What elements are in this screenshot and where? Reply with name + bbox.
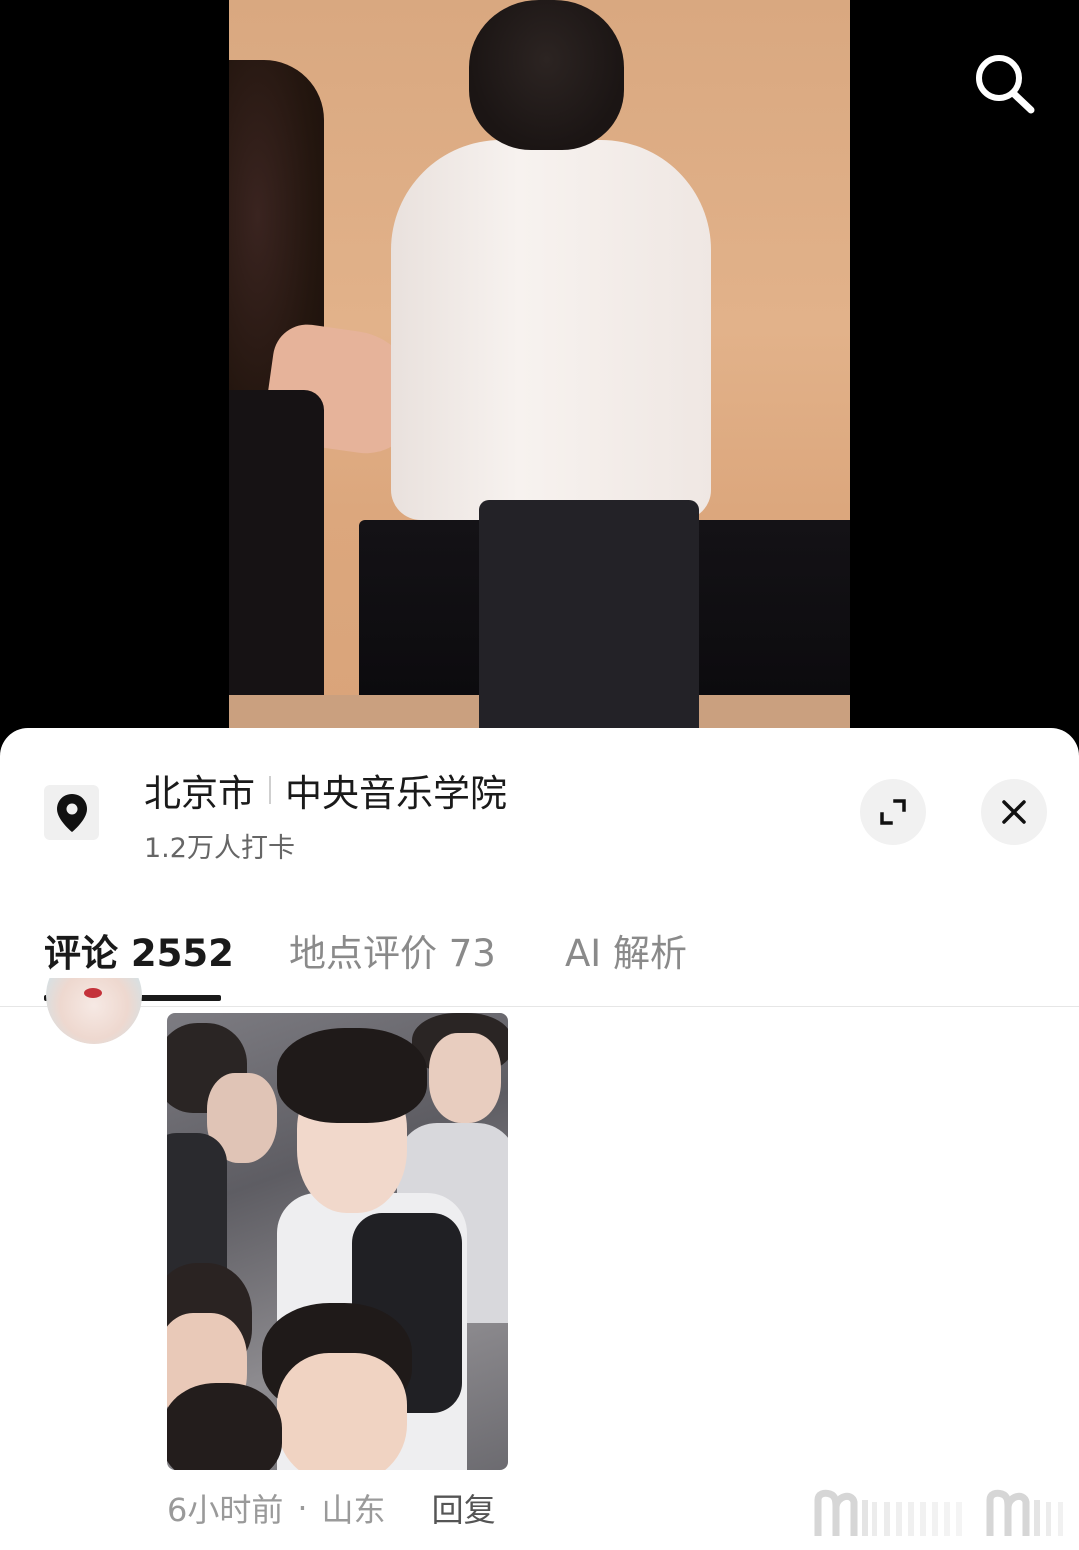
avatar[interactable] <box>46 978 142 1044</box>
comment-time: 6小时前 <box>167 1491 284 1529</box>
watermark-bars <box>884 1502 962 1536</box>
photo-crowd-face <box>429 1033 501 1123</box>
video-performer-shirt <box>391 140 711 520</box>
expand-button[interactable] <box>860 779 926 845</box>
title-divider <box>269 776 271 804</box>
tab-place-reviews[interactable]: 地点评价 73 <box>289 923 496 977</box>
tab-comments[interactable]: 评论 2552 <box>44 923 234 977</box>
location-pin-icon <box>56 793 87 832</box>
checkin-count: 1.2万人打卡 <box>144 833 295 864</box>
watermark-mark <box>986 1489 1063 1536</box>
location-title[interactable]: 北京市 中央音乐学院 <box>144 766 507 815</box>
photo-front-face <box>277 1353 407 1470</box>
close-button[interactable] <box>981 779 1047 845</box>
comment-meta: 6小时前 · 山东 回复 <box>167 1486 496 1530</box>
video-performer-head <box>469 0 624 150</box>
watermark-mark <box>814 1489 877 1536</box>
video-person-dress <box>229 390 324 728</box>
photo-front-hair <box>167 1383 282 1470</box>
comment-region: 山东 <box>321 1491 386 1529</box>
tab-ai-analysis[interactable]: AI 解析 <box>565 923 687 977</box>
close-icon <box>1002 800 1026 824</box>
avatar-detail <box>84 988 102 998</box>
photo-subject-hair <box>277 1028 427 1123</box>
tabs-divider <box>0 1006 1079 1007</box>
comment-image[interactable] <box>167 1013 508 1470</box>
location-icon-box <box>44 785 99 840</box>
location-place: 中央音乐学院 <box>285 772 507 815</box>
meta-separator: · <box>297 1489 308 1527</box>
location-sheet: 北京市 中央音乐学院 1.2万人打卡 评论 2552 地点评价 73 AI 解析 <box>0 728 1079 1550</box>
video-frame[interactable] <box>229 0 850 728</box>
video-performer-pants <box>479 500 699 728</box>
expand-icon <box>880 799 906 825</box>
location-city: 北京市 <box>144 772 255 815</box>
reply-button[interactable]: 回复 <box>432 1485 496 1531</box>
search-icon <box>976 55 1035 114</box>
search-button[interactable] <box>968 48 1040 120</box>
video-player[interactable] <box>0 0 1079 745</box>
tab-bar: 评论 2552 地点评价 73 AI 解析 <box>0 923 1079 1007</box>
